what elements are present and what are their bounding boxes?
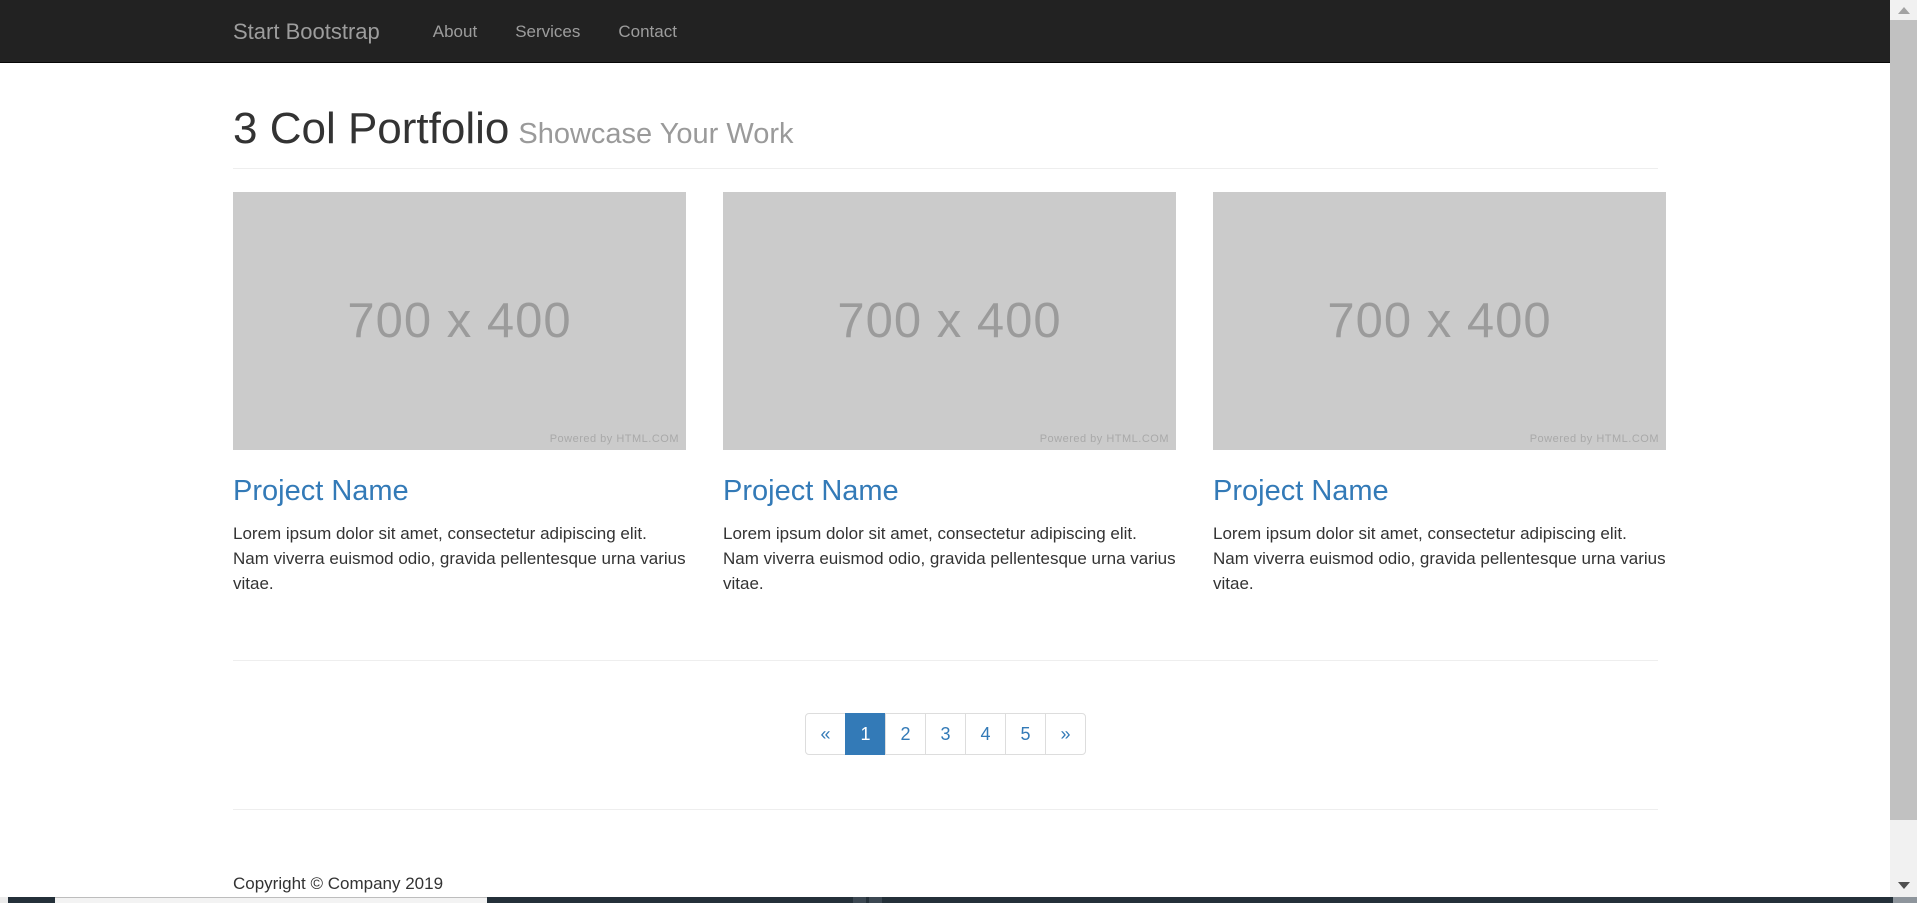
pagination-item-1: 1: [846, 713, 886, 755]
project-thumbnail-2[interactable]: 700 x 400 Powered by HTML.COM: [723, 192, 1176, 450]
navbar-container: Start Bootstrap About Services Contact: [233, 0, 1658, 63]
project-description: Lorem ipsum dolor sit amet, consectetur …: [233, 521, 686, 596]
pagination-item-4: 4: [966, 713, 1006, 755]
page-2-button[interactable]: 2: [885, 713, 926, 755]
page-next-button[interactable]: »: [1045, 713, 1086, 755]
nav-link-services[interactable]: Services: [496, 0, 599, 63]
page-subtitle: Showcase Your Work: [518, 118, 793, 150]
pagination-item-3: 3: [926, 713, 966, 755]
nav-item-contact: Contact: [599, 0, 696, 63]
taskbar-segment: [0, 897, 8, 903]
scrollbar-up-button[interactable]: [1890, 0, 1917, 20]
main-container: 3 Col Portfolio Showcase Your Work 700 x …: [233, 105, 1658, 894]
page-3-button[interactable]: 3: [925, 713, 966, 755]
project-description: Lorem ipsum dolor sit amet, consectetur …: [1213, 521, 1666, 596]
project-thumbnail-1[interactable]: 700 x 400 Powered by HTML.COM: [233, 192, 686, 450]
nav-link-about[interactable]: About: [414, 0, 496, 63]
page-heading: 3 Col Portfolio Showcase Your Work: [233, 105, 1658, 153]
placeholder-watermark: Powered by HTML.COM: [1530, 433, 1659, 445]
scrollbar-up-icon: [1898, 7, 1910, 14]
scrollbar-down-button[interactable]: [1890, 875, 1917, 895]
placeholder-watermark: Powered by HTML.COM: [1040, 433, 1169, 445]
taskbar-segment-light: [55, 897, 487, 903]
divider-above-footer: [233, 809, 1658, 810]
taskbar-edge-strip: [0, 897, 1917, 903]
top-navbar: Start Bootstrap About Services Contact: [0, 0, 1890, 63]
project-title-heading: Project Name: [233, 475, 686, 508]
scrollbar-down-icon: [1898, 882, 1910, 889]
project-title-link-2[interactable]: Project Name: [723, 475, 899, 507]
taskbar-segment-dark: [487, 897, 1893, 903]
nav-link-contact[interactable]: Contact: [599, 0, 696, 63]
project-card-2: 700 x 400 Powered by HTML.COM Project Na…: [723, 192, 1176, 596]
divider-above-pagination: [233, 660, 1658, 661]
project-title-link-1[interactable]: Project Name: [233, 475, 409, 507]
placeholder-size-text: 700 x 400: [837, 293, 1061, 349]
vertical-scrollbar[interactable]: [1890, 0, 1917, 897]
placeholder-size-text: 700 x 400: [1327, 293, 1551, 349]
project-title-heading: Project Name: [723, 475, 1176, 508]
taskbar-segment-dark: [8, 897, 55, 903]
project-thumbnail-3[interactable]: 700 x 400 Powered by HTML.COM: [1213, 192, 1666, 450]
placeholder-size-text: 700 x 400: [347, 293, 571, 349]
navbar-menu: About Services Contact: [414, 0, 696, 63]
pagination-prev-item: «: [805, 713, 846, 755]
placeholder-watermark: Powered by HTML.COM: [550, 433, 679, 445]
project-title-link-3[interactable]: Project Name: [1213, 475, 1389, 507]
portfolio-grid: 700 x 400 Powered by HTML.COM Project Na…: [233, 192, 1658, 596]
project-card-1: 700 x 400 Powered by HTML.COM Project Na…: [233, 192, 686, 596]
taskbar-icon-patch: [869, 897, 882, 903]
pagination-item-2: 2: [886, 713, 926, 755]
pagination-row: « 1 2 3 4 5 »: [233, 713, 1658, 755]
project-description: Lorem ipsum dolor sit amet, consectetur …: [723, 521, 1176, 596]
page-1-button[interactable]: 1: [845, 713, 886, 755]
browser-viewport: Start Bootstrap About Services Contact 3…: [0, 0, 1890, 903]
page-5-button[interactable]: 5: [1005, 713, 1046, 755]
taskbar-icon-patch: [853, 897, 866, 903]
navbar-brand-link[interactable]: Start Bootstrap: [233, 0, 380, 63]
nav-item-services: Services: [496, 0, 599, 63]
taskbar-segment: [1893, 897, 1917, 903]
project-card-3: 700 x 400 Powered by HTML.COM Project Na…: [1213, 192, 1666, 596]
page-header: 3 Col Portfolio Showcase Your Work: [233, 105, 1658, 169]
pagination-item-5: 5: [1006, 713, 1046, 755]
footer-copyright: Copyright © Company 2019: [233, 874, 1658, 894]
page-prev-button[interactable]: «: [805, 713, 846, 755]
scrollbar-thumb[interactable]: [1890, 20, 1917, 820]
pagination: « 1 2 3 4 5 »: [805, 713, 1086, 755]
project-title-heading: Project Name: [1213, 475, 1666, 508]
nav-item-about: About: [414, 0, 496, 63]
page-title: 3 Col Portfolio: [233, 104, 509, 153]
page-4-button[interactable]: 4: [965, 713, 1006, 755]
pagination-next-item: »: [1046, 713, 1086, 755]
